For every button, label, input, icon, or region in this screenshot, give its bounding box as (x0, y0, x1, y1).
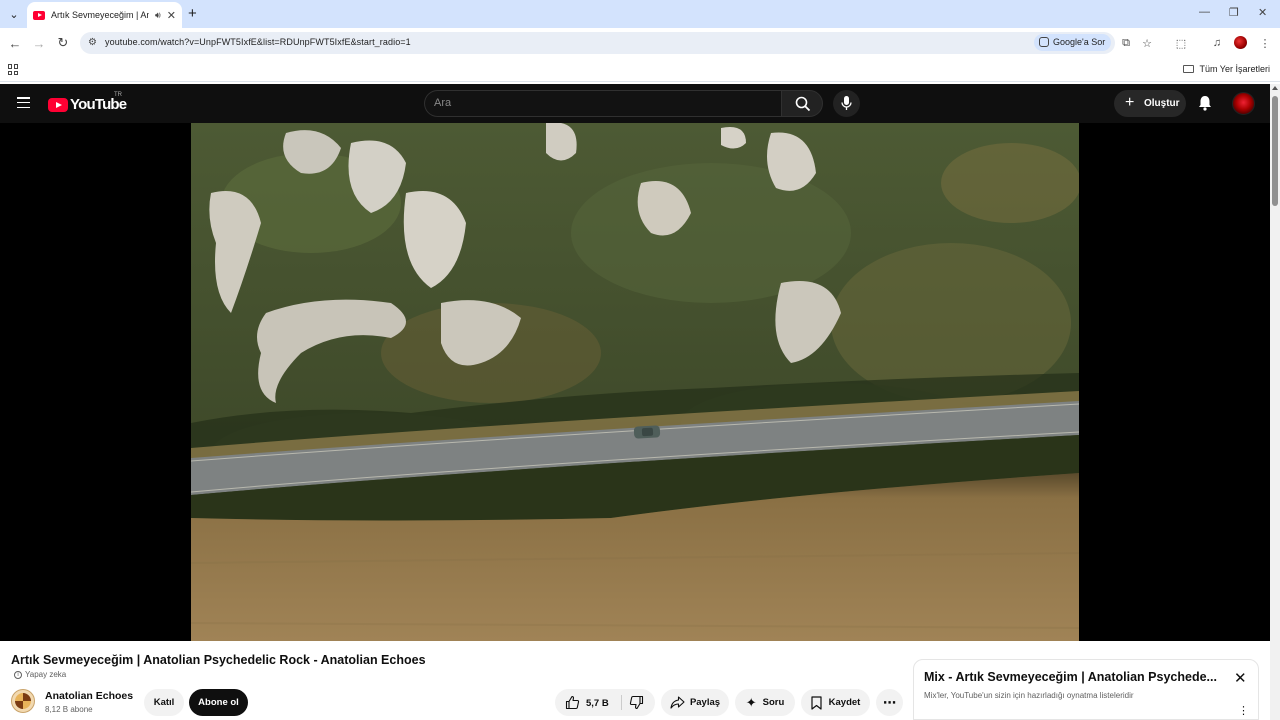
create-label: Oluştur (1144, 98, 1180, 109)
info-icon: i (14, 670, 22, 679)
close-icon[interactable]: ✕ (1234, 669, 1247, 687)
tab-close-icon[interactable]: ✕ (167, 9, 176, 22)
site-info-icon[interactable]: ⚙︎ (88, 37, 100, 49)
bookmark-icon (811, 695, 822, 710)
guide-menu-icon[interactable] (17, 97, 30, 108)
sparkle-icon: ✦ (745, 694, 757, 710)
browser-profile-avatar[interactable] (1234, 36, 1247, 49)
all-bookmarks-button[interactable]: Tüm Yer İşaretleri (1183, 64, 1270, 74)
google-lens-icon (1039, 37, 1049, 47)
join-button[interactable]: Katıl (144, 689, 184, 716)
search-input[interactable] (434, 97, 764, 109)
playlist-menu-icon[interactable]: ⋮ (1238, 706, 1249, 717)
like-count[interactable]: 5,7 B (586, 698, 609, 709)
folder-icon (1183, 65, 1195, 73)
ai-tag-text: Yapay zeka (25, 670, 67, 679)
scroll-up-arrow-icon[interactable] (1272, 86, 1278, 90)
video-content-image (191, 123, 1079, 641)
all-bookmarks-label: Tüm Yer İşaretleri (1199, 64, 1270, 74)
new-tab-button[interactable]: + (188, 6, 197, 22)
mix-title[interactable]: Mix - Artık Sevmeyeceğim | Anatolian Psy… (924, 670, 1217, 684)
minimize-icon[interactable]: — (1199, 6, 1210, 18)
browser-menu-icon[interactable]: ⋮ (1258, 36, 1272, 50)
search-icon (795, 96, 811, 112)
like-divider (621, 695, 622, 710)
share-button[interactable]: Paylaş (661, 689, 729, 716)
ai-content-label[interactable]: i Yapay zeka (14, 670, 66, 679)
more-actions-icon[interactable]: ⋯ (876, 689, 903, 716)
thumbs-up-icon[interactable] (565, 695, 580, 710)
tab-search-chevron-icon[interactable]: ⌄ (6, 6, 22, 22)
restore-icon[interactable]: ❐ (1229, 6, 1239, 19)
video-title: Artık Sevmeyeceğim | Anatolian Psychedel… (11, 653, 426, 667)
browser-tabstrip: ⌄ Artık Sevmeyeceğim | Anat 🔊︎ ✕ + — ❐ ✕ (0, 0, 1280, 28)
video-frame-aerial-road[interactable] (191, 123, 1079, 641)
save-label: Kaydet (828, 697, 861, 708)
video-player[interactable] (0, 123, 1270, 641)
plus-icon: + (1125, 94, 1135, 111)
country-code: TR (114, 92, 122, 98)
speaker-icon[interactable]: 🔊︎ (155, 10, 161, 21)
save-button[interactable]: Kaydet (801, 689, 870, 716)
search-box (424, 90, 781, 117)
mix-playlist-panel: Mix - Artık Sevmeyeceğim | Anatolian Psy… (913, 659, 1259, 720)
create-button[interactable]: + Oluştur (1114, 90, 1186, 117)
ask-google-label: Google'a Sor (1053, 37, 1106, 47)
bookmarks-bar: Tüm Yer İşaretleri (0, 58, 1280, 82)
video-details: Artık Sevmeyeceğim | Anatolian Psychedel… (0, 641, 1270, 720)
ask-button[interactable]: ✦ Soru (735, 689, 795, 716)
notifications-bell-icon[interactable] (1196, 94, 1214, 112)
mix-subtitle: Mix'ler, YouTube'un sizin için hazırladı… (924, 691, 1134, 700)
account-avatar[interactable] (1232, 92, 1255, 115)
share-label: Paylaş (689, 697, 721, 708)
media-controls-icon[interactable]: ♫ (1210, 36, 1224, 50)
share-arrow-icon (670, 696, 685, 709)
scrollbar-thumb[interactable] (1272, 96, 1278, 206)
channel-avatar[interactable] (11, 689, 35, 713)
youtube-logo[interactable]: YouTube TR (48, 92, 127, 113)
apps-grid-icon[interactable] (8, 64, 19, 75)
page-scrollbar[interactable] (1270, 84, 1280, 720)
extensions-icon[interactable]: ⬚ (1174, 36, 1188, 50)
ask-label: Soru (762, 697, 785, 708)
browser-tab-active[interactable]: Artık Sevmeyeceğim | Anat 🔊︎ ✕ (27, 2, 182, 28)
channel-name[interactable]: Anatolian Echoes (45, 690, 133, 702)
browser-toolbar: ← → ↻ ⚙︎ youtube.com/watch?v=UnpFWT5IxfE… (0, 28, 1280, 58)
like-dislike-group: 5,7 B (555, 689, 655, 716)
tab-title: Artık Sevmeyeceğim | Anat (51, 10, 149, 20)
subscriber-count: 8,12 B abone (45, 705, 93, 714)
ask-google-button[interactable]: Google'a Sor (1034, 34, 1112, 51)
youtube-wordmark: YouTube (70, 96, 127, 113)
microphone-icon (841, 96, 852, 110)
back-arrow-icon[interactable]: ← (7, 35, 23, 51)
reload-icon[interactable]: ↻ (55, 35, 71, 51)
search-button[interactable] (781, 90, 823, 117)
install-app-icon[interactable]: ⧉ (1119, 36, 1133, 50)
subscribe-button[interactable]: Abone ol (189, 689, 248, 716)
youtube-header: YouTube TR + Oluştur (0, 84, 1270, 123)
forward-arrow-icon[interactable]: → (31, 35, 47, 51)
address-bar[interactable]: ⚙︎ youtube.com/watch?v=UnpFWT5IxfE&list=… (80, 32, 1115, 54)
bookmark-star-icon[interactable]: ☆ (1140, 36, 1154, 50)
youtube-favicon-icon (33, 10, 45, 20)
thumbs-down-icon[interactable] (629, 695, 644, 710)
url-text[interactable]: youtube.com/watch?v=UnpFWT5IxfE&list=RDU… (105, 37, 411, 47)
youtube-play-icon (48, 97, 68, 112)
window-close-icon[interactable]: ✕ (1258, 6, 1267, 19)
voice-search-button[interactable] (833, 90, 860, 117)
